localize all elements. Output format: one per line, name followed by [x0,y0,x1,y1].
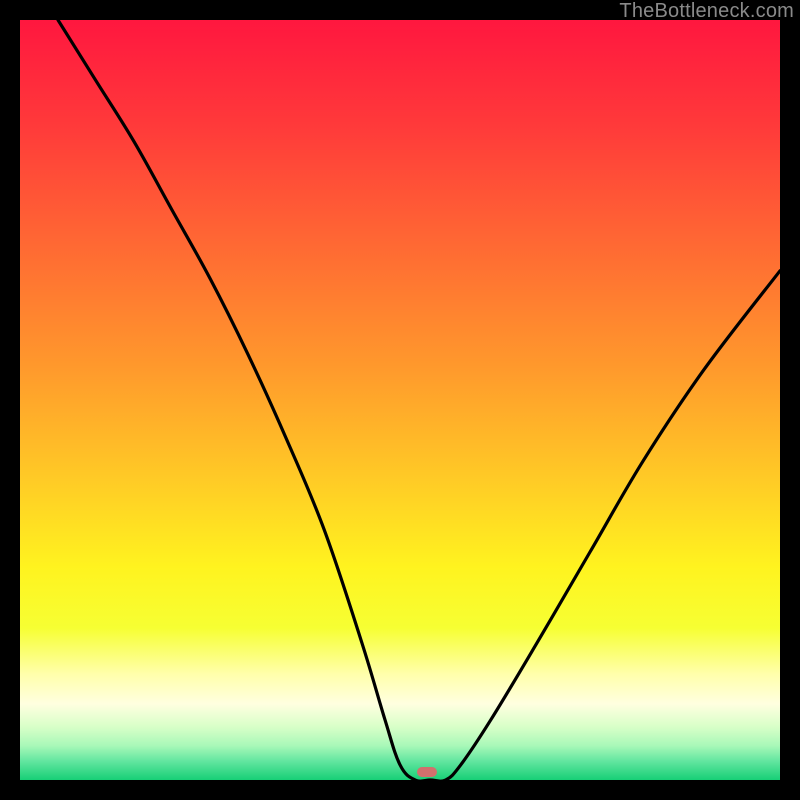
background-gradient [20,20,780,780]
plot-area [20,20,780,780]
watermark-text: TheBottleneck.com [619,0,794,23]
optimal-point-marker [417,767,437,777]
chart-frame: TheBottleneck.com [0,0,800,800]
